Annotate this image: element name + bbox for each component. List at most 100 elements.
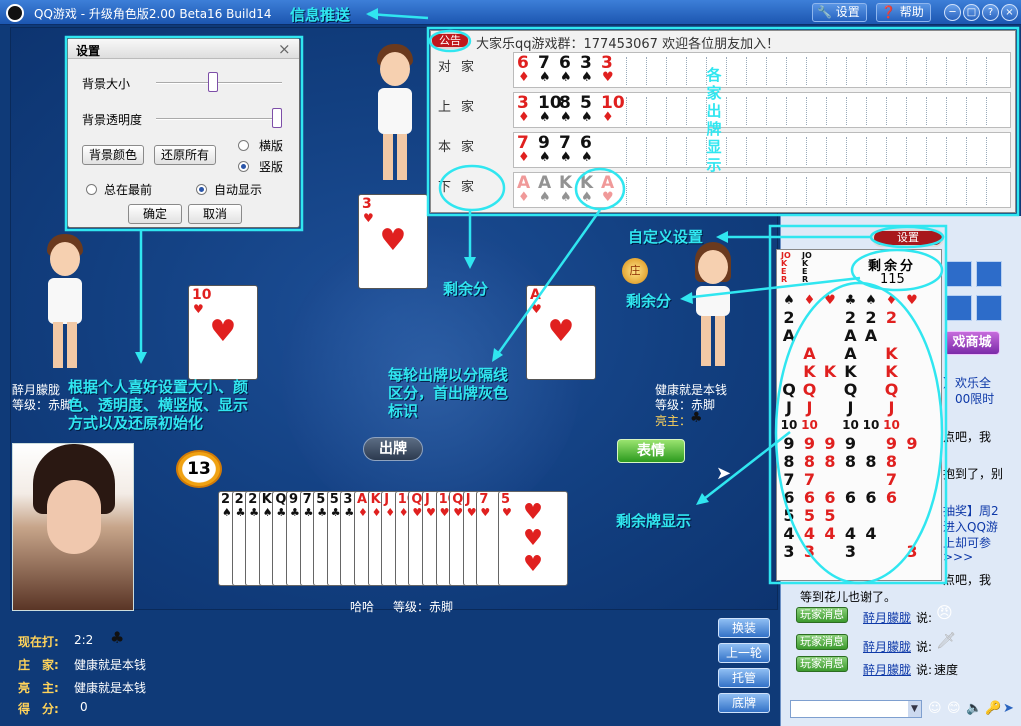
send-icon[interactable]: ➤ [1003,701,1014,716]
bg-opacity-slider-thumb[interactable] [272,108,282,128]
remain-card: 3 [803,542,816,561]
annotation-settings-desc: 根据个人喜好设置大小、颜色、透明度、横竖版、显示方式以及还原初始化 [68,378,249,432]
game-mall-button[interactable]: 戏商城 [944,331,1000,355]
annotation-remain-score-2: 剩余分 [626,292,672,310]
always-on-top-radio[interactable] [86,184,97,195]
chat-user-link[interactable]: 醉月朦胧 [863,609,911,626]
bg-color-button[interactable]: 背景颜色 [82,145,144,165]
played-card: 3 ♠ [580,53,593,85]
dealer-value: 健康就是本钱 [74,658,147,672]
close-button[interactable]: × [1001,4,1018,21]
played-card: 7 ♠ [538,53,551,85]
chat-line[interactable]: 上却可参 [943,534,991,551]
remain-card [882,543,902,561]
played-card: 6 ♠ [559,53,572,85]
chat-line: 】欢乐全 [943,376,992,390]
speaker-icon[interactable]: 🔈 [966,701,982,716]
remain-settings-badge[interactable]: 设置 [872,229,944,247]
emoji-face-icon: 😠 [936,603,953,622]
chat-line[interactable]: 进入QQ游 [943,518,998,535]
key-icon[interactable]: 🔑 [985,701,1001,716]
remain-card: 4 [824,524,836,543]
remain-card: 10 [801,418,818,432]
last-round-button[interactable]: 上一轮 [718,643,770,663]
remain-card: K [885,362,898,381]
remain-card [902,309,922,327]
settings-button[interactable]: 🔧 设置 [812,3,867,22]
horizontal-radio[interactable] [238,140,249,151]
emoji-icon[interactable]: ☺ [928,701,942,716]
notice-badge[interactable]: 公告 [430,32,470,49]
remain-card: 3 [844,542,857,561]
played-card: A ♠ [538,173,552,205]
chat-verb: 说: [916,663,933,677]
chat-input[interactable] [790,700,922,718]
minimize-button[interactable]: ─ [944,4,961,21]
shop-slot[interactable] [946,261,972,287]
ok-button[interactable]: 确定 [128,204,182,224]
shop-slot[interactable] [946,295,972,321]
annotation-each-play: 各家出牌显示 [706,66,722,174]
chat-user-link[interactable]: 醉月朦胧 [863,638,911,655]
remain-card [779,363,799,381]
remain-card: 10 [883,418,900,432]
auto-show-label: 自动显示 [214,183,263,197]
dealer-badge-icon: 庄 [622,258,648,284]
playing-value: 2:2 [74,633,94,647]
remain-card [841,471,861,489]
chevron-down-icon[interactable]: ▼ [908,701,921,717]
remain-card [861,345,881,363]
chat-line[interactable]: >>> [943,550,973,564]
chat-line[interactable]: 抽奖】周2 [943,502,999,519]
avatar-right[interactable] [688,240,738,380]
remain-card: 2 [885,308,898,327]
avatar-left[interactable] [40,232,90,382]
played-card: A ♥ [601,173,615,205]
remain-card: A [844,344,857,363]
hand-card[interactable]: 5 ♥ ♥ ♥ ♥ [498,491,568,586]
remain-card [882,507,902,525]
remain-card: 9 [844,434,857,453]
maximize-button[interactable]: □ [963,4,980,21]
bottom-cards-button[interactable]: 底牌 [718,693,770,713]
chat-user-link[interactable]: 醉月朦胧 [863,661,911,678]
remain-card [820,327,840,345]
bg-size-slider[interactable] [156,82,282,84]
bg-size-slider-thumb[interactable] [207,72,218,92]
face-icon[interactable]: 😊 [947,701,961,716]
remain-card: 2 [783,308,795,327]
swap-outfit-button[interactable]: 换装 [718,618,770,638]
shop-slot[interactable] [976,295,1002,321]
shop-slot[interactable] [976,261,1002,287]
auto-show-radio[interactable] [196,184,207,195]
bg-opacity-slider[interactable] [156,118,282,120]
chat-last-line: 等到花儿也谢了。 [800,590,897,604]
remain-card [902,327,922,345]
restore-all-button[interactable]: 还原所有 [154,145,216,165]
table-card-left: 10 ♥ ♥ [188,285,258,380]
remain-card [820,309,840,327]
remain-card: 8 [865,452,877,471]
close-icon[interactable]: × [278,40,291,58]
annotation-custom: 自定义设置 [628,228,704,246]
played-row: 3 ♦ 10 ♠ 8 ♠ 5 ♠ 10 ♦ [513,92,1011,128]
vertical-radio[interactable] [238,161,249,172]
chat-line: ：00限时 [943,392,995,406]
remain-card: 7 [783,470,795,489]
emotion-button[interactable]: 表情 [617,439,685,463]
remain-card: 4 [865,524,877,543]
play-cards-button[interactable]: 出牌 [363,437,423,461]
score-label: 得 分: [18,702,59,716]
remain-card [902,507,922,525]
trump-label: 亮 主: [18,681,59,695]
remain-card [779,345,799,363]
avatar-top[interactable] [370,40,420,190]
auto-play-button[interactable]: 托管 [718,668,770,688]
remain-column: ♠ 2 A 10 8 6 4 [861,292,881,561]
help-round-button[interactable]: ? [982,4,999,21]
help-button[interactable]: ❓ 帮助 [876,3,931,22]
cancel-button[interactable]: 取消 [188,204,242,224]
remain-column: ♣ 2 A A K Q J 10 9 8 6 4 3 [841,293,861,561]
title-bar: QQ游戏 - 升级角色版2.00 Beta16 Build14 🔧 设置 ❓ 帮… [0,0,1021,25]
remain-card: A [782,326,796,345]
